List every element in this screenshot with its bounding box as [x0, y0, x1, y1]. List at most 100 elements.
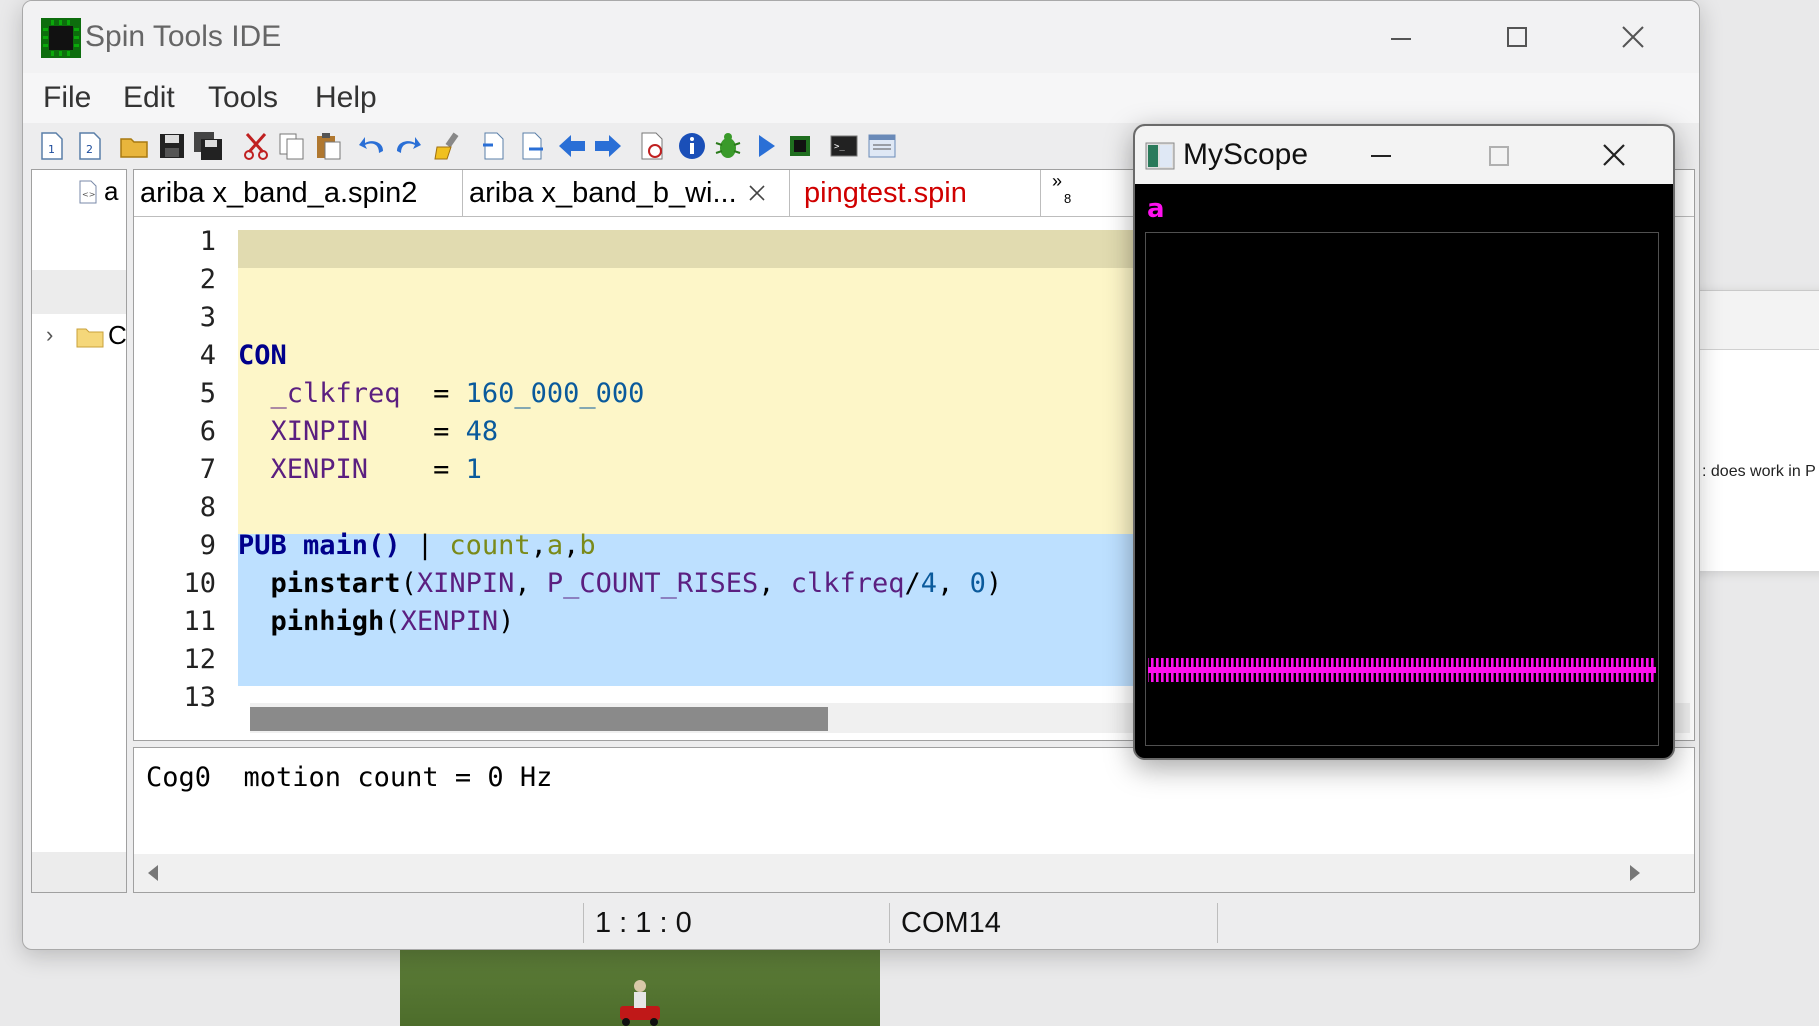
line-number: 9 — [199, 530, 216, 561]
chip-app-icon — [41, 18, 81, 58]
operator: , — [758, 568, 791, 599]
maximize-icon — [1507, 27, 1527, 47]
code-line-7: XENPIN = 1 — [238, 454, 482, 485]
source-file-icon: <> — [79, 180, 97, 204]
console-horizontal-scrollbar[interactable] — [134, 854, 1694, 892]
line-number: 2 — [199, 264, 216, 295]
folder-tree: › C — [32, 320, 127, 890]
operator: , — [530, 530, 547, 561]
chevron-right-icon[interactable]: › — [46, 322, 53, 348]
save-all-icon[interactable] — [193, 131, 223, 161]
status-bar: 1 : 1 : 0 COM14 — [23, 899, 1699, 949]
operator: = — [368, 416, 466, 447]
file-list: <> a — [32, 170, 126, 271]
menu-file[interactable]: File — [43, 81, 91, 115]
tab-pingtest[interactable]: pingtest.spin — [798, 170, 1024, 216]
copy-icon[interactable] — [277, 131, 307, 161]
tabs-overflow-button[interactable]: » 8 — [1052, 172, 1071, 208]
redo-icon[interactable] — [393, 131, 423, 161]
line-number: 1 — [199, 226, 216, 257]
scope-maximize-icon[interactable] — [1487, 144, 1511, 168]
keyword: PUB — [238, 530, 287, 561]
paste-icon[interactable] — [313, 131, 343, 161]
scope-title-bar[interactable]: MyScope — [1135, 126, 1673, 184]
line-number: 5 — [199, 378, 216, 409]
number-literal: 0 — [969, 568, 986, 599]
code-line-5: _clkfreq = 160_000_000 — [238, 378, 645, 409]
constant-name: P_COUNT_RISES — [546, 568, 759, 599]
menu-edit[interactable]: Edit — [123, 81, 175, 115]
status-separator — [1217, 903, 1218, 943]
cut-icon[interactable] — [241, 131, 271, 161]
debug-console[interactable]: Cog0 motion count = 0 Hz — [133, 747, 1695, 893]
serial-port[interactable]: COM14 — [901, 907, 1001, 940]
svg-text:1: 1 — [48, 143, 55, 156]
operator: ) — [498, 606, 515, 637]
background-window-header — [1690, 291, 1819, 350]
keyword: CON — [238, 340, 287, 371]
new-spin1-icon[interactable]: 1 — [37, 131, 67, 161]
scroll-left-icon[interactable] — [146, 864, 160, 882]
tab-ariba-x-band-a[interactable]: ariba x_band_a.spin2 — [134, 170, 460, 216]
new-spin2-icon[interactable]: 2 — [75, 131, 105, 161]
tabs-overflow-glyph: » — [1052, 171, 1063, 191]
number-literal: 4 — [920, 568, 938, 599]
info-icon[interactable] — [677, 131, 707, 161]
menu-tools[interactable]: Tools — [208, 81, 278, 115]
scope-title: MyScope — [1183, 138, 1309, 171]
run-icon[interactable] — [751, 131, 781, 161]
tab-close-icon[interactable] — [748, 184, 766, 202]
file-list-scrollbar[interactable] — [32, 270, 126, 314]
undo-icon[interactable] — [357, 131, 387, 161]
background-window-text: : does work in P — [1702, 463, 1816, 480]
number-literal: 160_000_000 — [465, 378, 645, 409]
folder-tree-scrollbar[interactable] — [32, 852, 126, 892]
maximize-button[interactable] — [1467, 11, 1567, 63]
tab-ariba-x-band-b-active[interactable]: ariba x_band_b_wi... — [462, 170, 790, 217]
console-icon[interactable] — [867, 131, 897, 161]
scrollbar-thumb[interactable] — [250, 707, 828, 731]
format-icon[interactable] — [433, 131, 463, 161]
folder-tree-item-label[interactable]: C — [108, 320, 127, 351]
file-list-item-label[interactable]: a — [104, 176, 118, 207]
line-number: 11 — [183, 606, 216, 637]
mower-image — [620, 980, 660, 1026]
close-icon — [1622, 26, 1644, 48]
myscope-window: MyScope a — [1133, 124, 1675, 760]
upload-icon[interactable] — [785, 131, 815, 161]
line-number: 6 — [199, 416, 216, 447]
nav-next-page-icon[interactable] — [517, 131, 547, 161]
folder-icon — [76, 328, 104, 348]
tab-label: ariba x_band_b_wi... — [469, 177, 737, 209]
open-icon[interactable] — [119, 131, 149, 161]
scroll-right-icon[interactable] — [1628, 864, 1642, 882]
forward-icon[interactable] — [593, 131, 623, 161]
menu-bar: File Edit Tools Help — [23, 73, 1699, 123]
operator: , — [563, 530, 580, 561]
line-number: 12 — [183, 644, 216, 675]
cursor-position: 1 : 1 : 0 — [595, 907, 692, 939]
scope-close-icon[interactable] — [1601, 142, 1627, 168]
scope-minimize-icon[interactable] — [1369, 144, 1393, 168]
close-button[interactable] — [1583, 11, 1683, 63]
terminal-icon[interactable]: >_ — [829, 131, 859, 161]
title-bar[interactable]: Spin Tools IDE — [23, 1, 1699, 73]
number-literal: 1 — [465, 454, 482, 485]
line-number: 13 — [183, 682, 216, 713]
compile-icon[interactable] — [637, 131, 667, 161]
save-icon[interactable] — [157, 131, 187, 161]
line-number: 3 — [199, 302, 216, 333]
function-call: pinstart — [238, 568, 401, 599]
operator: , — [937, 568, 970, 599]
nav-prev-page-icon[interactable] — [479, 131, 509, 161]
svg-text:>_: >_ — [834, 142, 845, 152]
window-title: Spin Tools IDE — [85, 20, 282, 53]
menu-help[interactable]: Help — [315, 81, 377, 115]
back-icon[interactable] — [557, 131, 587, 161]
debug-icon[interactable] — [713, 131, 743, 161]
scope-app-icon — [1145, 142, 1175, 170]
function-call: pinhigh — [238, 606, 385, 637]
minimize-button[interactable] — [1351, 11, 1451, 63]
code-line-11: pinhigh(XENPIN) — [238, 606, 515, 637]
constant-name: XENPIN — [238, 454, 369, 485]
